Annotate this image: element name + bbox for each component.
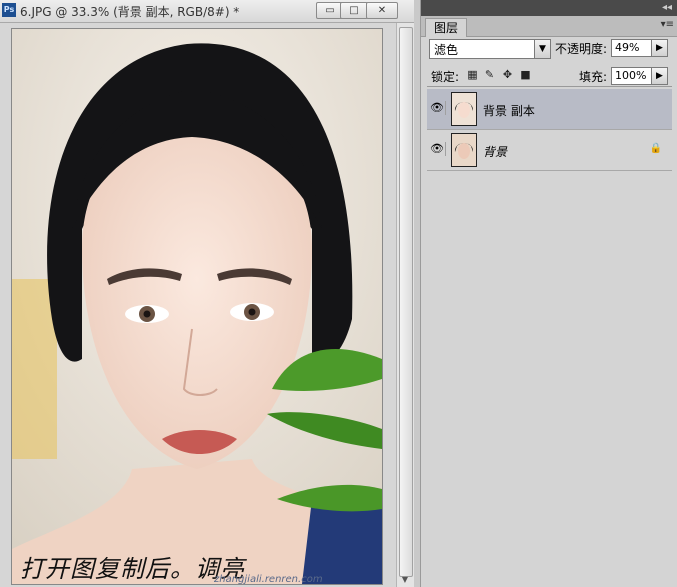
blend-mode-value: 滤色 (434, 43, 459, 57)
lock-transparent-icon[interactable]: ▦ (467, 69, 478, 80)
panel-topbar: ◂◂ (421, 0, 677, 16)
document-title: 6.JPG @ 33.3% (背景 副本, RGB/8#) * (20, 5, 240, 19)
lock-all-icon[interactable]: ■ (520, 69, 531, 80)
tab-layers[interactable]: 图层 (425, 18, 468, 37)
lock-brush-icon[interactable]: ✎ (484, 69, 495, 80)
caption-text: 打开图复制后。调亮 (20, 555, 245, 583)
layer-name[interactable]: 背景 (483, 143, 507, 160)
scrollbar-thumb[interactable] (399, 27, 413, 577)
canvas-area[interactable]: 打开图复制后。调亮 zhangjiali.renren.com (0, 23, 414, 587)
dropdown-arrow-icon[interactable]: ▼ (534, 40, 550, 58)
eye-icon[interactable]: 👁 (429, 142, 446, 156)
vertical-scrollbar[interactable]: ▼ (396, 23, 414, 587)
lock-move-icon[interactable]: ✥ (502, 69, 513, 80)
layer-thumbnail (451, 133, 477, 167)
fill-field[interactable]: 100% (611, 67, 656, 85)
lock-label: 锁定: (431, 70, 460, 84)
layer-thumbnail (451, 92, 477, 126)
layer-row-background-copy[interactable]: 👁 背景 副本 (427, 89, 672, 130)
portrait-photo: 打开图复制后。调亮 zhangjiali.renren.com (11, 28, 383, 585)
maximize-icon[interactable]: □ (340, 2, 368, 19)
blend-mode-select[interactable]: 滤色 ▼ (429, 39, 551, 59)
close-icon[interactable]: ✕ (366, 2, 398, 19)
layers-panel: ◂◂ 图层 ▾≡ 滤色 ▼ 不透明度: 49% ▶ 锁定: ▦ ✎ ✥ ■ 填充… (420, 0, 677, 587)
layer-row-background[interactable]: 👁 背景 🔒 (427, 130, 672, 171)
layer-lock-icon: 🔒 (649, 143, 662, 154)
watermark-text: zhangjiali.renren.com (214, 574, 323, 585)
panel-menu-icon[interactable]: ▾≡ (661, 19, 674, 30)
opacity-slider-arrow-icon[interactable]: ▶ (651, 39, 668, 57)
layer-name[interactable]: 背景 副本 (483, 102, 535, 119)
collapse-icon[interactable]: ◂◂ (662, 0, 672, 16)
fill-label: 填充: (579, 70, 608, 84)
scroll-down-icon[interactable]: ▼ (400, 575, 410, 585)
portrait-illustration (12, 29, 382, 584)
layers-list: 👁 背景 副本 👁 背景 🔒 (427, 86, 672, 171)
panel-tabbar: 图层 ▾≡ (421, 16, 677, 37)
fill-slider-arrow-icon[interactable]: ▶ (651, 67, 668, 85)
opacity-field[interactable]: 49% (611, 39, 656, 57)
document-titlebar[interactable]: Ps 6.JPG @ 33.3% (背景 副本, RGB/8#) * ▭ □ ✕ (0, 0, 414, 23)
opacity-label: 不透明度: (555, 42, 608, 56)
document-window: Ps 6.JPG @ 33.3% (背景 副本, RGB/8#) * ▭ □ ✕ (0, 0, 414, 587)
photoshop-icon: Ps (2, 3, 16, 17)
eye-icon[interactable]: 👁 (429, 101, 446, 115)
